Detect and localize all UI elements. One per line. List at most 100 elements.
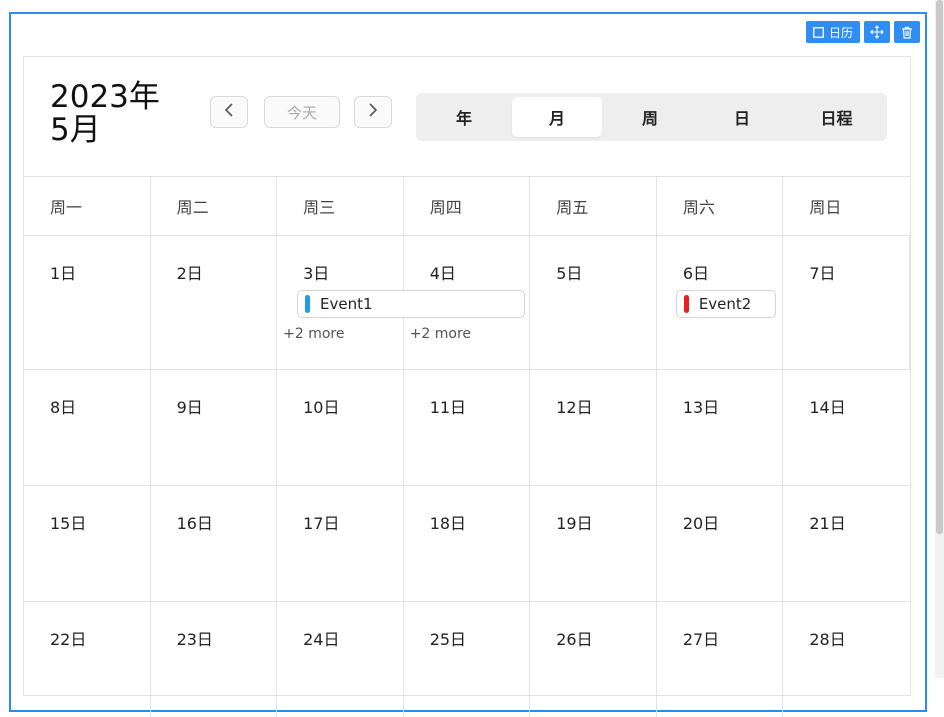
day-cell[interactable]: 12日 [530,370,657,485]
calendar-square-icon [813,26,824,38]
view-month-tab[interactable]: 月 [512,97,602,137]
weekday-thu: 周四 [404,177,531,235]
day-number: 6日 [682,264,709,283]
day-cell[interactable]: 11日 [404,370,531,485]
weekday-mon: 周一 [24,177,151,235]
event-title: Event1 [320,295,373,313]
more-events-link[interactable]: +2 more [410,326,471,342]
chevron-right-icon [368,102,378,122]
event-color-bar [305,295,310,313]
view-year-tab[interactable]: 年 [420,97,508,137]
day-cell[interactable]: 2日 [151,236,278,369]
day-cell[interactable]: 20日 [657,486,784,601]
chevron-left-icon [224,102,234,122]
day-cell[interactable]: 27日 [657,602,784,717]
month-title: 2023年 5月 [50,81,190,147]
weekday-tue: 周二 [151,177,278,235]
month-title-year: 2023年 [50,79,160,115]
scrollbar-thumb[interactable] [936,0,943,534]
day-cell[interactable]: 9日 [151,370,278,485]
day-number: 27日 [682,630,720,649]
day-number: 28日 [809,630,846,649]
day-number: 1日 [50,264,77,283]
day-number: 19日 [556,514,593,533]
day-cell[interactable]: 21日 [783,486,910,601]
weekday-sun: 周日 [809,198,842,217]
calendar-card: 2023年 5月 今天 年 月 周 日 日程 周一 周二 周三 周四 周五 周六… [23,56,911,717]
weekday-wed: 周三 [277,177,404,235]
day-cell[interactable]: 17日 [277,486,404,601]
day-cell[interactable]: 24日 [277,602,404,717]
week-row-3: 15日 16日 17日 18日 19日 20日 21日 [24,485,910,601]
view-agenda-tab[interactable]: 日程 [790,97,883,137]
calendar-header: 2023年 5月 今天 年 月 周 日 日程 [24,57,910,177]
day-cell[interactable]: 10日 [277,370,404,485]
day-cell[interactable]: 22日 [24,602,151,717]
day-cell[interactable]: 16日 [151,486,278,601]
trash-icon [901,26,913,39]
event-chip-event2[interactable]: Event2 [675,290,776,318]
day-number: 21日 [809,514,846,533]
day-number: 2日 [176,264,203,283]
today-button[interactable]: 今天 [264,96,340,128]
event-color-bar [683,295,689,313]
block-toolbar: 日历 [805,21,920,43]
day-cell[interactable]: 18日 [404,486,531,601]
weekday-sat: 周六 [657,177,784,235]
day-cell[interactable]: 15日 [24,486,151,601]
scrollbar-track[interactable] [935,0,944,678]
day-number: 22日 [50,630,87,649]
day-number: 9日 [176,398,203,417]
day-number: 5日 [556,264,583,283]
day-cell[interactable]: 19日 [530,486,657,601]
month-title-month: 5月 [50,112,101,148]
day-number: 24日 [303,630,340,649]
more-events-link[interactable]: +2 more [283,326,344,342]
day-cell[interactable]: 8日 [24,370,151,485]
week-row-4: 22日 23日 24日 25日 26日 27日 28日 [24,601,910,717]
event-chip-event1[interactable]: Event1 [297,290,525,318]
day-number: 13日 [682,398,720,417]
delete-button[interactable] [894,21,920,43]
day-number: 4日 [429,264,456,283]
move-button[interactable] [864,21,890,43]
view-day-tab[interactable]: 日 [698,97,786,137]
day-cell[interactable]: 13日 [657,370,784,485]
day-number: 10日 [303,398,340,417]
day-number: 26日 [556,630,593,649]
day-cell[interactable]: 1日 [24,236,151,369]
day-cell[interactable]: 7日 [783,236,910,369]
day-number: 3日 [303,264,330,283]
day-cell[interactable]: 25日 [404,602,531,717]
view-switcher: 年 月 周 日 日程 [416,93,887,141]
weekday-fri: 周五 [530,177,657,235]
week-row-1: 1日 2日 3日 +2 more 4日 +2 more 5日 6日 Event2… [24,235,910,369]
month-grid: 周一 周二 周三 周四 周五 周六 周日 1日 2日 3日 +2 more 4日… [24,176,910,717]
move-arrows-icon [870,25,884,39]
prev-month-button[interactable] [210,96,248,128]
view-week-tab[interactable]: 周 [606,97,694,137]
calendar-type-label: 日历 [828,25,853,40]
day-number: 20日 [682,514,720,533]
day-number: 17日 [303,514,340,533]
day-number: 7日 [809,264,836,283]
day-cell[interactable]: 23日 [151,602,278,717]
day-number: 12日 [556,398,593,417]
calendar-type-button[interactable]: 日历 [805,21,860,43]
day-cell[interactable]: 26日 [530,602,657,717]
day-number: 8日 [50,398,77,417]
weekday-header-row: 周一 周二 周三 周四 周五 周六 周日 [24,176,910,235]
day-cell[interactable]: 14日 [783,370,910,485]
event-title: Event2 [698,295,752,313]
day-number: 18日 [429,514,467,533]
day-cell[interactable]: 28日 [783,602,910,717]
week-row-2: 8日 9日 10日 11日 12日 13日 14日 [24,369,910,485]
day-cell[interactable]: 6日 Event2 [657,236,784,369]
day-number: 14日 [809,398,846,417]
day-number: 23日 [176,630,213,649]
day-number: 15日 [50,514,87,533]
day-number: 16日 [176,514,213,533]
day-cell[interactable]: 5日 [530,236,657,369]
day-number: 25日 [429,630,467,649]
next-month-button[interactable] [354,96,392,128]
